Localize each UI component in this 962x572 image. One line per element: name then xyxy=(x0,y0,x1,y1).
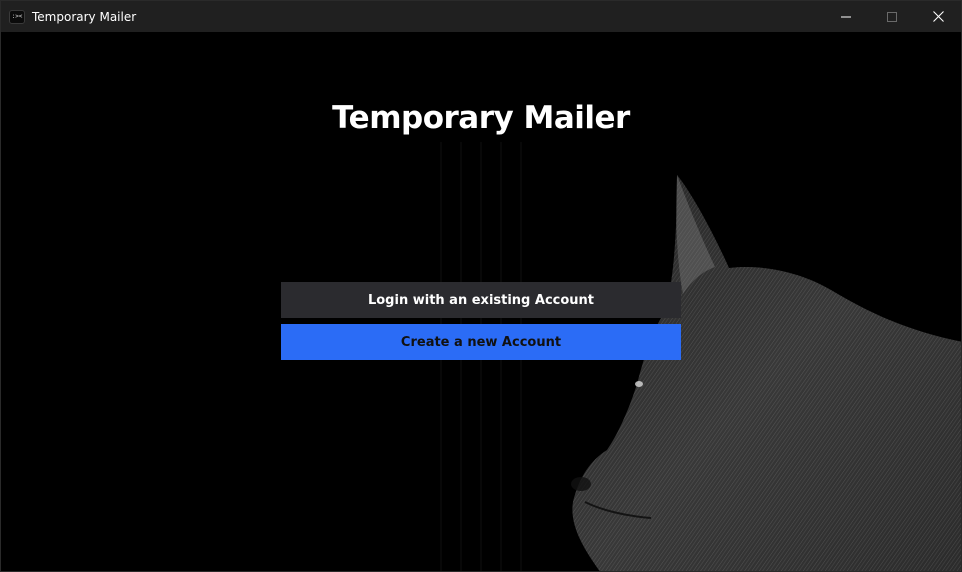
maximize-button[interactable] xyxy=(869,1,915,32)
window-title: Temporary Mailer xyxy=(32,9,137,24)
minimize-icon xyxy=(841,16,851,17)
close-icon xyxy=(932,11,944,22)
page-title: Temporary Mailer xyxy=(332,100,630,136)
app-window: :>< Temporary Mailer Temporary Mailer Lo… xyxy=(0,0,962,572)
title-bar[interactable]: :>< Temporary Mailer xyxy=(1,1,961,32)
window-controls xyxy=(823,1,961,32)
main-content: Temporary Mailer Login with an existing … xyxy=(1,32,961,571)
login-button[interactable]: Login with an existing Account xyxy=(281,282,681,318)
minimize-button[interactable] xyxy=(823,1,869,32)
app-icon: :>< xyxy=(9,9,25,24)
create-account-button[interactable]: Create a new Account xyxy=(281,324,681,360)
close-button[interactable] xyxy=(915,1,961,32)
maximize-icon xyxy=(887,11,897,22)
